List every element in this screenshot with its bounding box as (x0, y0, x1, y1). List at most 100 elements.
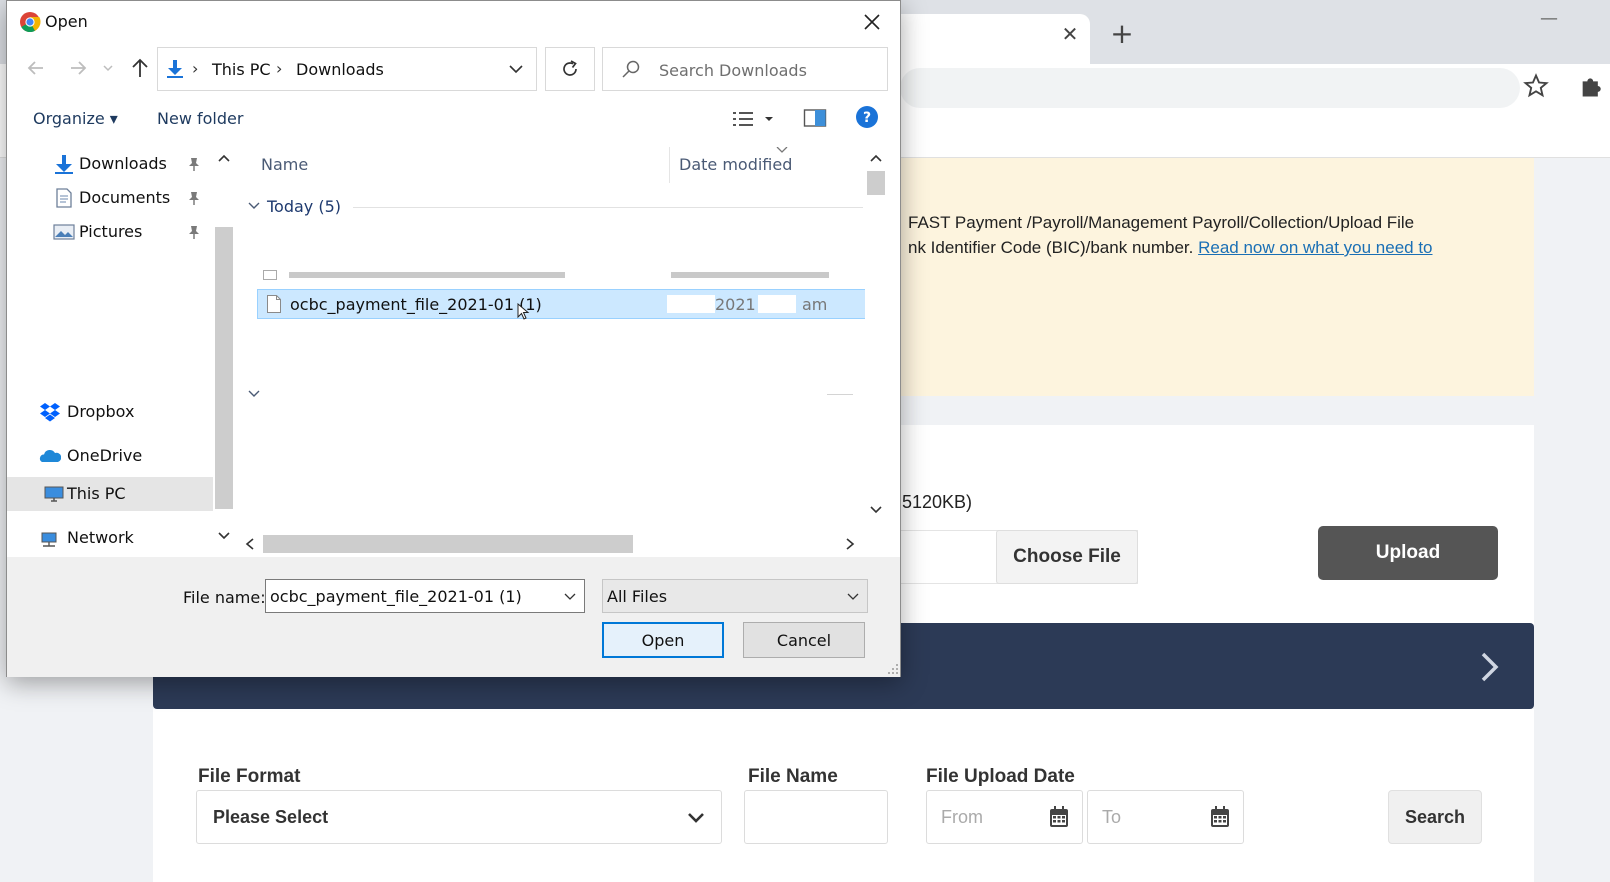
sort-caret-icon (776, 147, 788, 153)
up-arrow-icon[interactable] (129, 57, 151, 79)
breadcrumb-downloads[interactable]: Downloads (296, 60, 384, 79)
minimize-icon[interactable]: — (1540, 8, 1564, 32)
column-divider[interactable] (669, 147, 670, 183)
scroll-left-icon[interactable] (243, 537, 257, 551)
breadcrumb-separator: › (192, 59, 199, 78)
organize-menu[interactable]: Organize ▾ (33, 109, 118, 128)
pin-icon[interactable] (187, 156, 201, 172)
nav-label-downloads: Downloads (79, 154, 167, 173)
chevron-down-icon (688, 813, 704, 823)
chevron-down-icon[interactable] (508, 62, 524, 76)
pin-icon[interactable] (187, 190, 201, 206)
chevron-down-icon[interactable] (564, 592, 576, 602)
dialog-titlebar: Open (7, 1, 900, 43)
redacted-date-part (667, 295, 715, 313)
nav-item-documents[interactable]: Documents (7, 181, 217, 215)
close-icon[interactable] (859, 9, 885, 35)
file-type-value: All Files (607, 587, 668, 606)
tab-close-icon[interactable]: ✕ (1058, 22, 1082, 46)
pin-icon[interactable] (187, 224, 201, 240)
scroll-right-icon[interactable] (843, 537, 857, 551)
address-bar[interactable] (900, 68, 1520, 108)
new-folder-button[interactable]: New folder (157, 109, 243, 128)
dialog-address-bar[interactable]: › This PC › Downloads (157, 47, 537, 91)
file-row-selected[interactable]: ocbc_payment_file_2021-01 (1) 2021 am (257, 289, 869, 319)
back-arrow-icon[interactable] (25, 57, 47, 79)
resize-grip-icon[interactable] (887, 663, 899, 675)
file-date-year: 2021 (715, 295, 756, 314)
documents-icon (56, 188, 72, 208)
forward-arrow-icon[interactable] (67, 57, 89, 79)
file-name-input[interactable] (744, 790, 888, 844)
dialog-command-bar: Organize ▾ New folder ? (7, 95, 900, 143)
navigation-scroll-thumb[interactable] (215, 227, 233, 509)
file-name-label: File name: (183, 588, 266, 607)
file-list-horizontal-scrollbar[interactable] (243, 533, 865, 555)
scroll-up-icon[interactable] (215, 151, 233, 165)
collapse-group-icon[interactable] (247, 201, 261, 211)
scroll-down-icon[interactable] (867, 503, 885, 517)
cancel-button[interactable]: Cancel (743, 622, 865, 658)
nav-item-dropbox[interactable]: Dropbox (7, 395, 217, 429)
nav-item-downloads[interactable]: Downloads (7, 147, 217, 181)
view-options-icon[interactable] (731, 108, 779, 130)
scroll-up-icon[interactable] (867, 151, 885, 165)
file-list-vertical-scrollbar[interactable] (865, 151, 887, 531)
search-downloads-input[interactable]: Search Downloads (602, 47, 888, 91)
notice-banner (900, 158, 1534, 396)
file-format-value: Please Select (213, 807, 329, 827)
file-name-value: ocbc_payment_file_2021-01 (1) (270, 587, 522, 606)
navigation-pane: Downloads Documents Pictures Dropbox One… (7, 147, 237, 557)
pictures-icon (53, 224, 75, 240)
download-arrow-icon (55, 155, 73, 174)
horizontal-scroll-thumb[interactable] (263, 535, 633, 553)
nav-item-network[interactable]: Network (7, 521, 217, 555)
chrome-logo-icon (20, 12, 41, 33)
onedrive-icon (39, 450, 61, 462)
scroll-down-icon[interactable] (215, 529, 233, 543)
refresh-button[interactable] (545, 47, 595, 91)
partially-hidden-file-row[interactable] (257, 268, 863, 282)
collapse-group-icon[interactable] (247, 389, 261, 399)
column-header-date-modified[interactable]: Date modified (679, 155, 792, 174)
new-tab-button[interactable]: + (1108, 20, 1136, 48)
browser-tab[interactable] (870, 14, 1090, 64)
navigation-scrollbar[interactable] (213, 151, 235, 556)
recent-locations-chevron-icon[interactable] (101, 57, 115, 79)
nav-item-this-pc[interactable]: This PC (7, 477, 217, 511)
open-button[interactable]: Open (602, 622, 724, 658)
dialog-title: Open (45, 12, 88, 31)
breadcrumb-this-pc[interactable]: This PC (212, 60, 271, 79)
nav-item-onedrive[interactable]: OneDrive (7, 439, 217, 473)
nav-label-pictures: Pictures (79, 222, 143, 241)
this-pc-icon (44, 486, 64, 502)
date-from-placeholder: From (941, 807, 983, 827)
notice-text: FAST Payment /Payroll/Management Payroll… (908, 210, 1528, 260)
chevron-down-icon (847, 593, 859, 600)
help-icon[interactable]: ? (855, 105, 879, 129)
date-from-input[interactable]: From (926, 790, 1083, 844)
read-now-link[interactable]: Read now on what you need to (1198, 238, 1432, 257)
extensions-puzzle-icon[interactable] (1578, 72, 1606, 100)
choose-file-button[interactable]: Choose File (996, 530, 1138, 584)
search-button[interactable]: Search (1388, 790, 1482, 844)
vertical-scroll-thumb[interactable] (867, 171, 885, 195)
file-type-select[interactable]: All Files (602, 579, 868, 613)
nav-label-this-pc: This PC (67, 484, 126, 503)
calendar-icon[interactable] (1048, 805, 1070, 829)
chevron-right-icon[interactable] (1478, 650, 1502, 684)
svg-text:?: ? (863, 110, 871, 126)
group-today-header[interactable]: Today (5) (267, 197, 341, 216)
nav-item-pictures[interactable]: Pictures (7, 215, 217, 249)
file-list-pane: Name Date modified Today (5) ocbc_paymen… (243, 147, 883, 557)
bookmark-star-icon[interactable] (1522, 72, 1550, 100)
file-name-input[interactable]: ocbc_payment_file_2021-01 (1) (265, 579, 585, 613)
calendar-icon[interactable] (1209, 805, 1231, 829)
nav-label-onedrive: OneDrive (67, 446, 143, 465)
column-header-name[interactable]: Name (261, 155, 308, 174)
date-to-input[interactable]: To (1087, 790, 1244, 844)
upload-button[interactable]: Upload (1318, 526, 1498, 580)
preview-pane-icon[interactable] (803, 107, 827, 129)
file-format-select[interactable]: Please Select (196, 790, 722, 844)
breadcrumb-separator: › (276, 59, 283, 78)
